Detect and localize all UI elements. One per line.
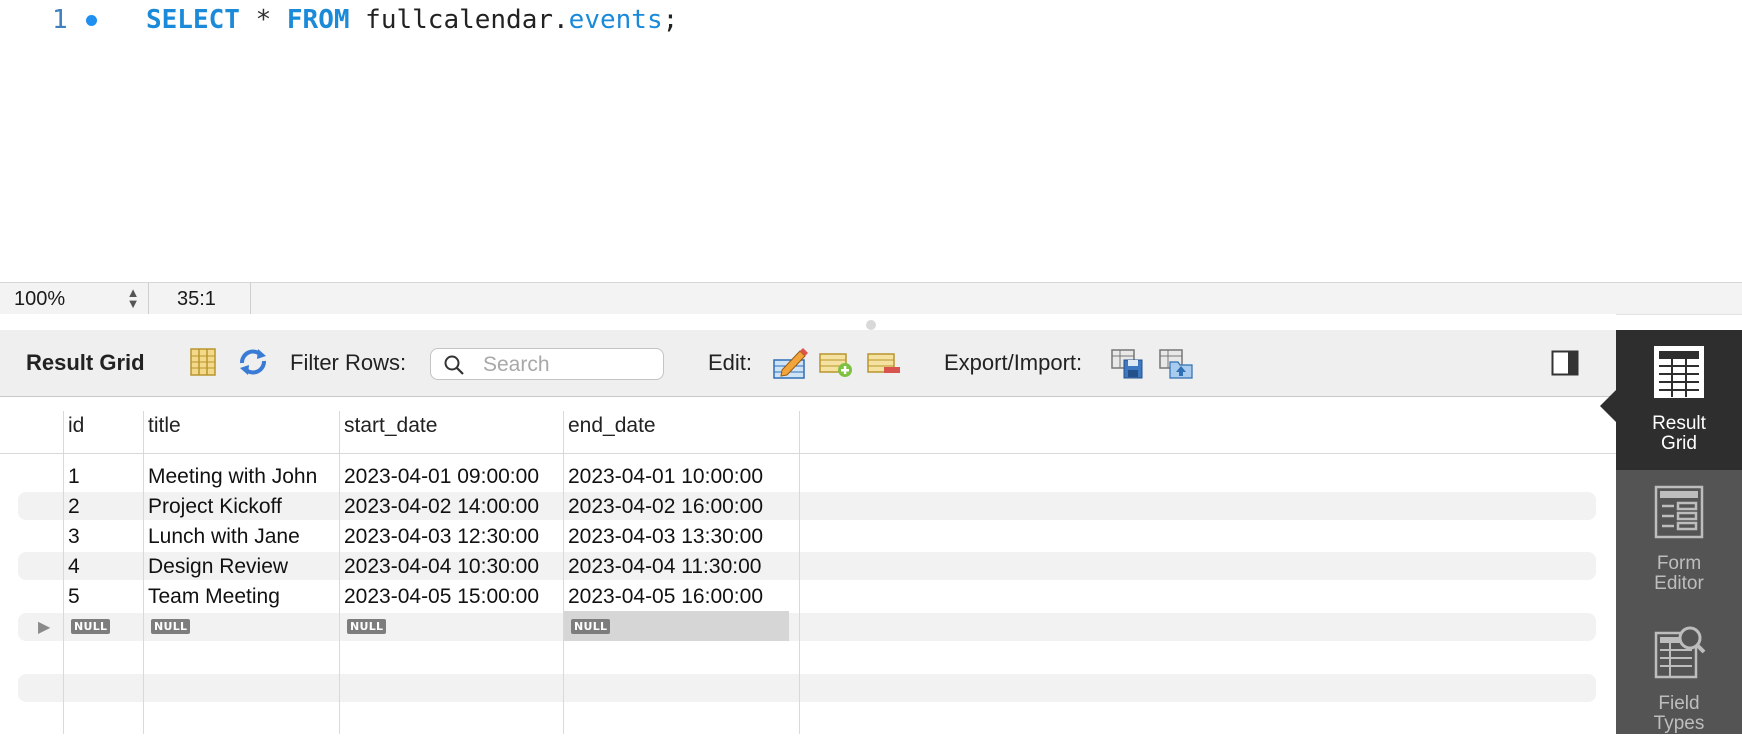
active-tab-pointer-icon [1600,390,1616,422]
zoom-level[interactable]: 100% [14,288,65,311]
side-tab-label-line: Types [1653,713,1705,734]
table-row[interactable]: 5 Team Meeting 2023-04-05 15:00:00 2023-… [0,581,1616,611]
code-line[interactable]: 1 SELECT * FROM fullcalendar.events; [0,2,1742,38]
export-icon[interactable] [1110,346,1144,379]
result-side-panel: Result Grid Form Editor Field Types [1600,330,1742,734]
cell-title[interactable]: Project Kickoff [148,495,282,519]
delete-row-icon[interactable] [866,346,900,378]
cell-end-date[interactable]: 2023-04-03 13:30:00 [568,525,763,549]
edit-row-icon[interactable] [772,346,808,379]
sql-statement[interactable]: SELECT * FROM fullcalendar.events; [146,2,678,38]
export-import-label: Export/Import: [944,350,1083,375]
filter-search-box[interactable] [430,348,664,380]
cell-id[interactable]: 2 [68,495,80,519]
side-tab-label-line: Field [1658,693,1700,714]
cell-id[interactable]: 4 [68,555,80,579]
null-badge[interactable]: NULL [571,619,611,634]
side-tab-label-line: Form [1656,553,1702,574]
add-row-icon[interactable] [818,346,852,378]
cell-start-date[interactable]: 2023-04-04 10:30:00 [344,555,539,579]
filter-rows-label: Filter Rows: [290,350,407,375]
form-editor-icon [1652,484,1706,540]
statement-marker-icon [86,15,97,26]
schema-name: fullcalendar [365,5,554,35]
dot: . [553,5,569,35]
cell-end-date[interactable]: 2023-04-02 16:00:00 [568,495,763,519]
column-header-start-date[interactable]: start_date [344,414,437,438]
new-row[interactable]: ▶ NULL NULL NULL NULL [0,611,1616,641]
import-icon[interactable] [1158,346,1193,379]
toggle-side-panel-icon[interactable] [1551,350,1579,376]
search-input[interactable] [481,351,661,379]
side-tab-label-line: Editor [1654,573,1704,594]
column-header-id[interactable]: id [68,414,84,438]
result-toolbar: Result Grid Filter Rows: Edit: [0,330,1616,397]
cell-title[interactable]: Team Meeting [148,585,280,609]
splitter-handle[interactable] [866,320,876,330]
null-badge[interactable]: NULL [71,619,111,634]
semicolon: ; [662,5,679,35]
cell-title[interactable]: Lunch with Jane [148,525,300,549]
current-row-arrow-icon: ▶ [38,619,51,636]
side-tab-label-line: Result [1652,413,1706,434]
cell-end-date[interactable]: 2023-04-01 10:00:00 [568,465,763,489]
panel-splitter[interactable] [0,314,1616,330]
result-grid-icon [1652,344,1706,400]
cell-id[interactable]: 3 [68,525,80,549]
table-row[interactable]: 4 Design Review 2023-04-04 10:30:00 2023… [0,551,1616,581]
result-grid[interactable]: id title start_date end_date 1 Meeting w… [0,397,1616,734]
side-tab-field-types[interactable]: Field Types [1616,610,1742,750]
toggle-columns-icon[interactable] [186,346,220,378]
cell-start-date[interactable]: 2023-04-03 12:30:00 [344,525,539,549]
zoom-stepper-icon[interactable]: ▲ ▼ [124,286,142,311]
star-operator: * [255,5,272,35]
keyword-from: FROM [286,5,350,35]
side-tab-form-editor[interactable]: Form Editor [1616,470,1742,610]
divider [148,283,149,314]
cell-start-date[interactable]: 2023-04-05 15:00:00 [344,585,539,609]
cell-title[interactable]: Design Review [148,555,288,579]
cell-title[interactable]: Meeting with John [148,465,317,489]
column-header-end-date[interactable]: end_date [568,414,656,438]
side-tab-label: Result Grid [1616,414,1742,454]
keyword-select: SELECT [146,5,240,35]
cell-id[interactable]: 5 [68,585,80,609]
divider [250,283,251,314]
cell-id[interactable]: 1 [68,465,80,489]
table-row[interactable]: 1 Meeting with John 2023-04-01 09:00:00 … [0,461,1616,491]
table-row[interactable]: 3 Lunch with Jane 2023-04-03 12:30:00 20… [0,521,1616,551]
side-tab-result-grid[interactable]: Result Grid [1600,330,1742,470]
side-tab-label-line: Grid [1661,433,1697,454]
field-types-icon [1652,624,1706,680]
null-badge[interactable]: NULL [347,619,387,634]
table-name: events [568,5,663,35]
edit-label: Edit: [708,350,753,375]
cell-end-date[interactable]: 2023-04-05 16:00:00 [568,585,763,609]
side-tab-label: Form Editor [1616,554,1742,594]
null-badge[interactable]: NULL [151,619,191,634]
editor-status-bar: 100% ▲ ▼ 35:1 [0,282,1742,315]
cell-end-date[interactable]: 2023-04-04 11:30:00 [568,555,761,579]
line-number: 1 [52,5,68,35]
search-icon [443,354,465,376]
table-row[interactable]: 2 Project Kickoff 2023-04-02 14:00:00 20… [0,491,1616,521]
grid-header: id title start_date end_date [0,397,1616,454]
refresh-icon[interactable] [236,346,270,378]
column-header-title[interactable]: title [148,414,181,438]
cell-start-date[interactable]: 2023-04-02 14:00:00 [344,495,539,519]
side-tab-label: Field Types [1616,694,1742,734]
row-stripe [18,674,1596,702]
cell-start-date[interactable]: 2023-04-01 09:00:00 [344,465,539,489]
cursor-position: 35:1 [177,288,216,310]
result-grid-title: Result Grid [26,350,145,375]
sql-editor[interactable]: 1 SELECT * FROM fullcalendar.events; [0,0,1742,282]
